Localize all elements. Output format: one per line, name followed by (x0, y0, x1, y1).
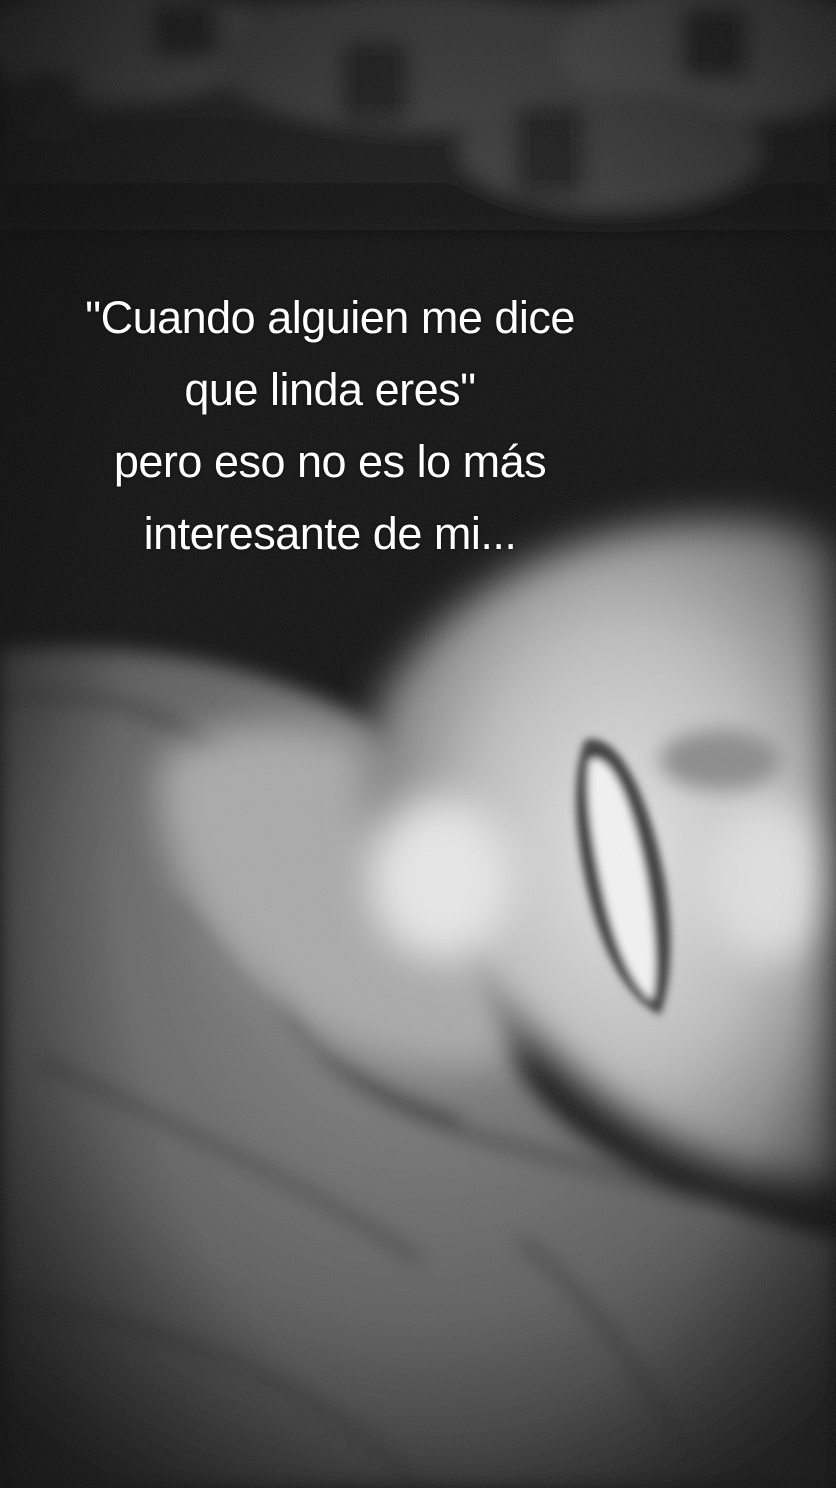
photo-illustration (0, 0, 836, 1488)
caption-line-2: que linda eres" (184, 364, 476, 415)
caption-line-4: interesante de mi... (143, 508, 517, 559)
photo-background (0, 0, 836, 1488)
caption-line-1: "Cuando alguien me dice (85, 292, 575, 343)
caption-text: "Cuando alguien me dice que linda eres" … (0, 282, 660, 570)
caption-line-3: pero eso no es lo más (113, 436, 547, 487)
